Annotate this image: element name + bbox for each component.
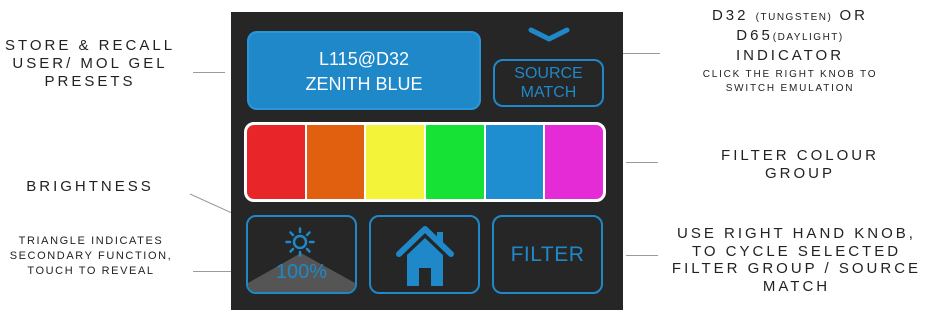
swatch-magenta[interactable]	[545, 125, 603, 199]
filter-colour-group[interactable]	[244, 122, 606, 202]
brightness-value: 100%	[275, 261, 328, 283]
swatch-orange[interactable]	[306, 125, 365, 199]
source-match-line1: SOURCE	[514, 65, 583, 82]
home-icon	[396, 226, 454, 286]
filter-group-callout	[626, 162, 658, 163]
preset-gel: ZENITH BLUE	[305, 74, 423, 94]
sun-icon	[285, 227, 315, 257]
filter-button[interactable]: FILTER	[492, 215, 603, 294]
filter-group-annotation: FILTER COLOUR GROUP	[721, 147, 879, 182]
preset-button[interactable]: L115@D32 ZENITH BLUE	[247, 31, 481, 110]
swatch-yellow[interactable]	[366, 125, 425, 199]
indicator-hint: CLICK THE RIGHT KNOB TO SWITCH EMULATION	[702, 69, 878, 94]
filter-label: FILTER	[510, 243, 585, 266]
swatch-red[interactable]	[247, 125, 305, 199]
preset-name: L115@D32	[319, 49, 409, 69]
indicator-d32: D32	[711, 7, 749, 24]
knob-callout	[626, 255, 658, 256]
indicator-or: OR	[839, 7, 869, 24]
triangle-annotation: TRIANGLE INDICATES SECONDARY FUNCTION, T…	[9, 235, 173, 277]
brightness-button[interactable]: 100%	[246, 215, 357, 294]
swatch-green[interactable]	[426, 125, 484, 199]
indicator-d65: D65	[736, 27, 773, 44]
indicator-tungsten: (TUNGSTEN)	[755, 12, 833, 23]
indicator-daylight: (DAYLIGHT)	[772, 32, 844, 43]
swatch-blue[interactable]	[485, 125, 544, 199]
indicator-annotation: D32 (TUNGSTEN) OR D65(DAYLIGHT) INDICATO…	[652, 7, 928, 96]
indicator-word: INDICATOR	[735, 47, 845, 64]
source-match-line2: MATCH	[520, 84, 577, 101]
source-match-button[interactable]: SOURCE MATCH	[493, 59, 604, 107]
knob-annotation: USE RIGHT HAND KNOB, TO CYCLE SELECTED F…	[671, 225, 922, 296]
home-button[interactable]	[369, 215, 480, 294]
chevron-down-icon[interactable]	[528, 27, 570, 43]
